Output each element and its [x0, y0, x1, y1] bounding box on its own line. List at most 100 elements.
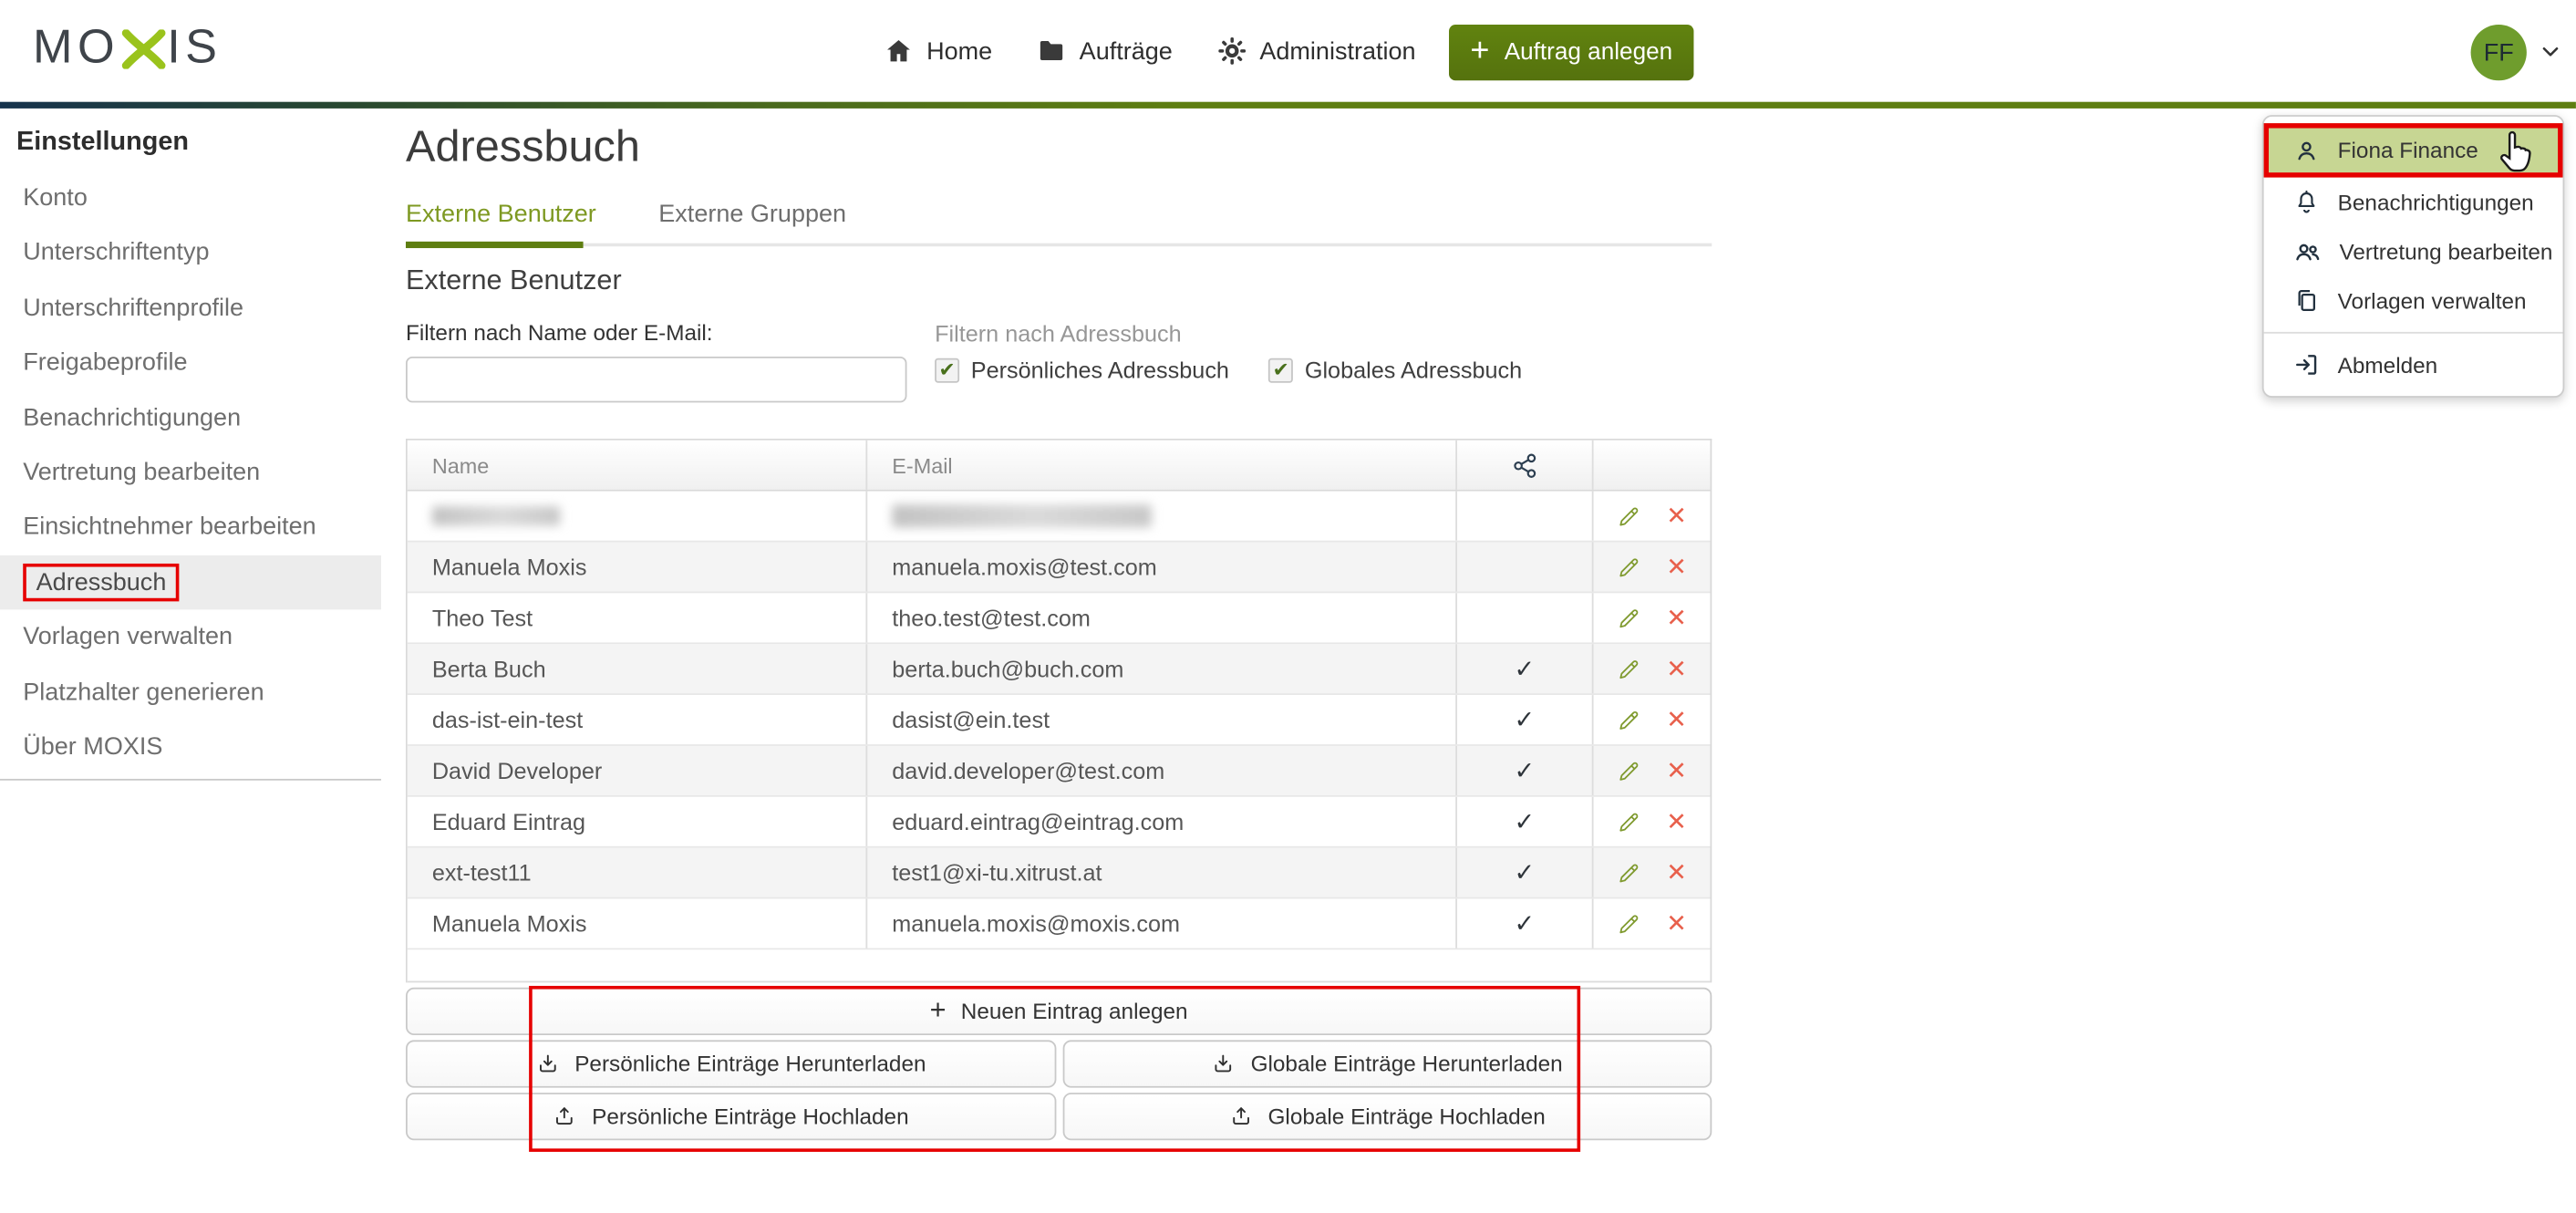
check-icon: ✓	[1515, 807, 1536, 836]
table-row: Eduard Eintrageduard.eintrag@eintrag.com…	[408, 797, 1711, 848]
name-cell	[408, 492, 867, 541]
shared-cell: ✓	[1457, 797, 1594, 846]
plus-icon: +	[1470, 35, 1489, 67]
chevron-down-icon[interactable]	[2540, 41, 2560, 70]
edit-button[interactable]	[1617, 555, 1641, 579]
main-content: Adressbuch Externe Benutzer Externe Grup…	[406, 109, 1884, 1140]
user-menu-item-label: Vorlagen verwalten	[2338, 288, 2527, 313]
shared-cell: ✓	[1457, 848, 1594, 897]
email-cell: theo.test@test.com	[867, 593, 1457, 642]
table-row: Manuela Moxismanuela.moxis@moxis.com✓✕	[408, 898, 1711, 949]
user-icon	[2293, 137, 2320, 163]
add-entry-button[interactable]: + Neuen Eintrag anlegen	[406, 988, 1712, 1035]
sidebar-item-benachrichtigungen[interactable]: Benachrichtigungen	[0, 390, 388, 445]
app-window: MO IS Home Aufträge Administration + Auftr…	[0, 0, 2576, 1213]
table-row: ext-test11test1@xi-tu.xitrust.at✓✕	[408, 848, 1711, 899]
tab-externe-benutzer[interactable]: Externe Benutzer	[406, 201, 596, 229]
edit-button[interactable]	[1617, 860, 1641, 885]
upload-icon	[553, 1104, 577, 1129]
user-menu-item-vorlagen-verwalten[interactable]: Vorlagen verwalten	[2264, 276, 2563, 326]
sidebar-item-ber-moxis[interactable]: Über MOXIS	[0, 720, 388, 774]
sidebar-item-unterschriftenprofile[interactable]: Unterschriftenprofile	[0, 281, 388, 336]
delete-button[interactable]: ✕	[1666, 552, 1687, 581]
table-row: David Developerdavid.developer@test.com✓…	[408, 746, 1711, 797]
delete-button[interactable]: ✕	[1666, 501, 1687, 530]
tab-bar: Externe Benutzer Externe Gruppen	[406, 201, 1884, 229]
delete-button[interactable]: ✕	[1666, 807, 1687, 836]
tab-externe-gruppen[interactable]: Externe Gruppen	[658, 201, 846, 229]
name-cell: Manuela Moxis	[408, 898, 867, 948]
header-divider	[0, 102, 2576, 109]
check-icon: ✓	[1515, 705, 1536, 734]
row-actions: ✕	[1594, 797, 1711, 846]
row-actions: ✕	[1594, 695, 1711, 744]
user-menu-item-vertretung-bearbeiten[interactable]: Vertretung bearbeiten	[2264, 227, 2563, 276]
delete-button[interactable]: ✕	[1666, 603, 1687, 632]
globale-eintr-ge-hochladen-button[interactable]: Globale Einträge Hochladen	[1062, 1093, 1712, 1140]
settings-sidebar: Einstellungen KontoUnterschriftentypUnte…	[0, 109, 388, 781]
gear-icon	[1217, 36, 1247, 66]
delete-button[interactable]: ✕	[1666, 654, 1687, 683]
redacted-name	[432, 506, 561, 526]
column-header-actions	[1594, 441, 1711, 490]
folder-icon	[1037, 36, 1066, 66]
edit-button[interactable]	[1617, 606, 1641, 630]
download-icon	[1211, 1052, 1236, 1076]
delete-button[interactable]: ✕	[1666, 908, 1687, 938]
nav-item-auftr-ge[interactable]: Aufträge	[1037, 36, 1173, 66]
checkbox-pers-nliches-adressbuch-box[interactable]: ✔	[935, 358, 959, 382]
menu-divider	[2264, 332, 2563, 334]
create-order-button[interactable]: + Auftrag anlegen	[1449, 25, 1694, 80]
add-entry-label: Neuen Eintrag anlegen	[961, 999, 1188, 1023]
email-cell: dasist@ein.test	[867, 695, 1457, 744]
user-menu-item-benachrichtigungen[interactable]: Benachrichtigungen	[2264, 178, 2563, 227]
pers-nliche-eintr-ge-herunterladen-button[interactable]: Persönliche Einträge Herunterladen	[406, 1040, 1056, 1087]
edit-button[interactable]	[1617, 657, 1641, 681]
pers-nliche-eintr-ge-hochladen-button[interactable]: Persönliche Einträge Hochladen	[406, 1093, 1056, 1140]
filters: Filtern nach Name oder E-Mail: Filtern n…	[406, 320, 1884, 402]
home-icon	[884, 36, 913, 66]
redacted-email	[892, 504, 1152, 527]
email-cell: test1@xi-tu.xitrust.at	[867, 848, 1457, 897]
table-footer-gap	[408, 949, 1711, 982]
sidebar-item-unterschriftentyp[interactable]: Unterschriftentyp	[0, 226, 388, 281]
edit-button[interactable]	[1617, 758, 1641, 783]
sidebar-item-einsichtnehmer-bearbeiten[interactable]: Einsichtnehmer bearbeiten	[0, 500, 388, 555]
logo-text-suffix: IS	[167, 21, 222, 75]
column-header-email: E-Mail	[867, 441, 1457, 490]
sidebar-item-vorlagen-verwalten[interactable]: Vorlagen verwalten	[0, 610, 388, 665]
nav-item-administration[interactable]: Administration	[1217, 36, 1416, 66]
globale-eintr-ge-herunterladen-button[interactable]: Globale Einträge Herunterladen	[1062, 1040, 1712, 1087]
delete-button[interactable]: ✕	[1666, 857, 1687, 886]
delete-button[interactable]: ✕	[1666, 756, 1687, 785]
sidebar-title: Einstellungen	[16, 129, 388, 158]
tab-track	[406, 244, 1712, 247]
sidebar-item-freigabeprofile[interactable]: Freigabeprofile	[0, 336, 388, 390]
bell-icon	[2293, 189, 2320, 215]
delete-button[interactable]: ✕	[1666, 705, 1687, 734]
checkbox-globales-adressbuch-box[interactable]: ✔	[1268, 358, 1293, 382]
avatar-initials: FF	[2484, 38, 2514, 67]
edit-button[interactable]	[1617, 503, 1641, 528]
share-icon	[1511, 451, 1539, 480]
sidebar-item-konto[interactable]: Konto	[0, 171, 388, 225]
name-filter-input[interactable]	[406, 357, 906, 402]
sidebar-item-vertretung-bearbeiten[interactable]: Vertretung bearbeiten	[0, 445, 388, 500]
edit-button[interactable]	[1617, 911, 1641, 936]
shared-cell	[1457, 593, 1594, 642]
logo-text-prefix: MO	[33, 21, 119, 75]
sidebar-item-platzhalter-generieren[interactable]: Platzhalter generieren	[0, 665, 388, 720]
checkbox-pers-nliches-adressbuch[interactable]: ✔Persönliches Adressbuch	[935, 357, 1229, 383]
action-button-label: Persönliche Einträge Herunterladen	[574, 1052, 926, 1076]
edit-button[interactable]	[1617, 809, 1641, 834]
nav-item-home[interactable]: Home	[884, 36, 992, 66]
checkbox-globales-adressbuch[interactable]: ✔Globales Adressbuch	[1268, 357, 1522, 383]
table-body: ✕Manuela Moxismanuela.moxis@test.com✕The…	[408, 492, 1711, 950]
user-menu-item-abmelden[interactable]: Abmelden	[2264, 340, 2563, 389]
user-menu-item-label: Abmelden	[2338, 352, 2438, 377]
avatar[interactable]: FF	[2471, 25, 2527, 80]
sidebar-item-adressbuch[interactable]: Adressbuch	[0, 555, 381, 609]
download-buttons-row: Persönliche Einträge Herunterladen Global…	[406, 1040, 1712, 1087]
edit-button[interactable]	[1617, 708, 1641, 732]
shared-cell: ✓	[1457, 898, 1594, 948]
